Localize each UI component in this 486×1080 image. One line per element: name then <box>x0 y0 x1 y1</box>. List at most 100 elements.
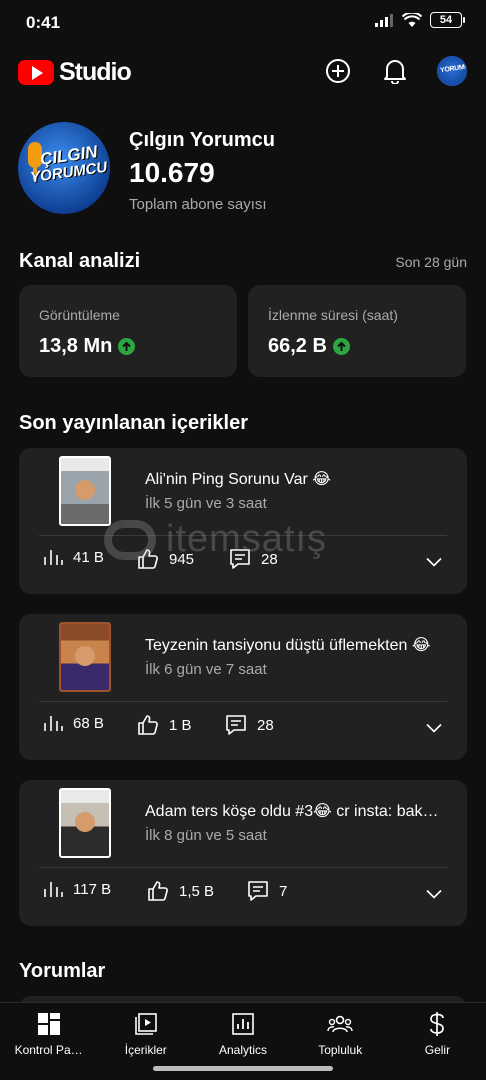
video-title: Adam ters köşe oldu #3😂 cr insta: bak… <box>145 803 439 820</box>
likes-count: 1 B <box>169 716 192 734</box>
wifi-icon <box>402 12 422 27</box>
bottom-nav: Kontrol Pa… İçerikler Analytics Topluluk… <box>0 1002 486 1060</box>
channel-info: ÇILGIN YORUMCU Çılgın Yorumcu 10.679 Top… <box>18 122 468 214</box>
nav-analytics[interactable]: Analytics <box>194 1003 291 1060</box>
analytics-title: Kanal analizi <box>19 250 141 272</box>
comment-icon <box>230 549 250 569</box>
content-icon <box>133 1011 159 1037</box>
youtube-studio-logo[interactable]: Studio <box>18 58 132 87</box>
analytics-period: Son 28 gün <box>395 254 467 270</box>
channel-avatar[interactable]: ÇILGIN YORUMCU <box>18 122 110 214</box>
views-stat: 41 B <box>43 548 104 566</box>
subscriber-label: Toplam abone sayısı <box>129 196 267 213</box>
earn-icon <box>424 1011 450 1037</box>
nav-label: İçerikler <box>124 1043 167 1057</box>
expand-button[interactable] <box>426 554 442 572</box>
watch-time-metric-card[interactable]: İzlenme süresi (saat) 66,2 B <box>248 285 466 377</box>
divider <box>39 867 447 868</box>
divider <box>39 535 447 536</box>
home-indicator[interactable] <box>153 1066 333 1071</box>
nav-label: Gelir <box>424 1043 451 1057</box>
battery-level: 54 <box>439 14 453 26</box>
video-card[interactable]: Teyzenin tansiyonu düştü üflemekten 😂 İl… <box>19 614 467 760</box>
community-icon <box>327 1011 353 1037</box>
comments-stat: 28 <box>225 714 274 736</box>
nav-label: Topluluk <box>318 1043 363 1057</box>
video-title: Ali'nin Ping Sorunu Var 😂 <box>145 471 331 488</box>
thumbs-up-icon <box>138 549 158 569</box>
video-time: İlk 8 gün ve 5 saat <box>145 827 267 844</box>
thumbnail-figure <box>75 646 95 666</box>
thumbnail-figure <box>75 480 95 500</box>
trend-up-icon <box>118 338 136 355</box>
subscriber-count: 10.679 <box>129 157 215 188</box>
analytics-icon <box>230 1011 256 1037</box>
views-stat: 117 B <box>43 880 111 898</box>
video-thumbnail[interactable] <box>59 456 111 526</box>
video-time: İlk 6 gün ve 7 saat <box>145 661 267 678</box>
avatar-logo-text: YORUMCU <box>439 62 467 75</box>
video-thumbnail[interactable] <box>59 788 111 858</box>
likes-count: 1,5 B <box>179 882 215 900</box>
notifications-button[interactable] <box>380 56 410 86</box>
create-button[interactable] <box>323 56 353 86</box>
metric-label: İzlenme süresi (saat) <box>268 307 398 323</box>
add-icon <box>326 59 350 83</box>
account-avatar[interactable]: YORUMCU <box>437 56 467 86</box>
video-time: İlk 5 gün ve 3 saat <box>145 495 267 512</box>
thumbnail-figure <box>75 812 95 832</box>
nav-dashboard[interactable]: Kontrol Pa… <box>0 1003 97 1060</box>
chevron-down-icon <box>426 723 442 733</box>
bar-chart-icon <box>44 716 63 731</box>
dashboard-icon <box>36 1011 62 1037</box>
signal-icon <box>375 14 393 27</box>
video-title: Teyzenin tansiyonu düştü üflemekten 😂 <box>145 637 431 654</box>
status-time: 0:41 <box>26 13 61 32</box>
status-icons: 54 <box>374 12 465 28</box>
views-stat: 68 B <box>43 714 104 732</box>
trend-up-icon <box>332 338 350 355</box>
channel-name: Çılgın Yorumcu <box>129 129 275 151</box>
likes-count: 945 <box>169 550 195 568</box>
video-thumbnail[interactable] <box>59 622 111 692</box>
metric-label: Görüntüleme <box>39 307 120 323</box>
thumbs-up-icon <box>138 715 158 735</box>
views-count: 117 B <box>73 880 112 898</box>
status-bar: 0:41 54 <box>0 0 486 44</box>
metric-value: 13,8 Mn <box>39 335 136 358</box>
recent-content-title: Son yayınlanan içerikler <box>19 412 248 434</box>
views-metric-card[interactable]: Görüntüleme 13,8 Mn <box>19 285 237 377</box>
bell-icon <box>384 60 406 84</box>
nav-label: Analytics <box>218 1043 268 1057</box>
comments-stat: 7 <box>247 880 287 902</box>
logo-text: Studio <box>59 58 132 86</box>
expand-button[interactable] <box>426 886 442 904</box>
chevron-down-icon <box>426 557 442 567</box>
comments-count: 28 <box>257 716 274 734</box>
metric-number: 13,8 Mn <box>39 335 113 357</box>
app-header: Studio YORUMCU <box>0 50 486 94</box>
views-count: 68 B <box>73 714 104 732</box>
expand-button[interactable] <box>426 720 442 738</box>
youtube-play-icon <box>18 60 54 85</box>
metric-value: 66,2 B <box>268 335 350 358</box>
nav-content[interactable]: İçerikler <box>97 1003 194 1060</box>
bar-chart-icon <box>44 882 63 897</box>
nav-label: Kontrol Pa… <box>14 1043 83 1057</box>
video-card[interactable]: Adam ters köşe oldu #3😂 cr insta: bak… İ… <box>19 780 467 926</box>
nav-earn[interactable]: Gelir <box>389 1003 486 1060</box>
likes-stat: 1 B <box>137 714 192 736</box>
video-card[interactable]: Ali'nin Ping Sorunu Var 😂 İlk 5 gün ve 3… <box>19 448 467 594</box>
likes-stat: 945 <box>137 548 194 570</box>
likes-stat: 1,5 B <box>147 880 214 902</box>
nav-community[interactable]: Topluluk <box>292 1003 389 1060</box>
comments-count: 28 <box>261 550 278 568</box>
comment-icon <box>226 715 246 735</box>
comments-count: 7 <box>279 882 288 900</box>
divider <box>39 701 447 702</box>
bar-chart-icon <box>44 550 63 565</box>
thumbs-up-icon <box>148 881 168 901</box>
chevron-down-icon <box>426 889 442 899</box>
comments-stat: 28 <box>229 548 278 570</box>
comment-icon <box>248 881 268 901</box>
